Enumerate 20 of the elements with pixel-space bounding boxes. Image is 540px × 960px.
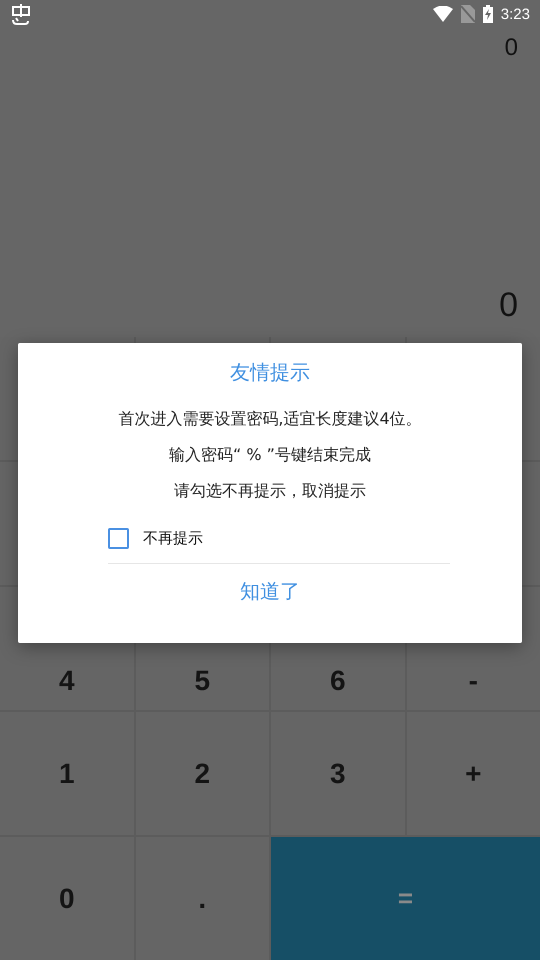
digit-key[interactable]: 1 [0, 712, 134, 835]
battery-charging-icon [482, 5, 493, 23]
no-sim-icon [460, 5, 475, 23]
checkbox-label[interactable]: 不再提示 [143, 529, 203, 548]
dialog-message: 请勾选不再提示，取消提示 [174, 480, 366, 502]
dialog-message: 输入密码“ % ”号键结束完成 [169, 444, 371, 466]
app-notification-icon [10, 3, 32, 25]
digit-key[interactable]: . [136, 837, 269, 960]
wifi-icon [432, 6, 453, 22]
equals-key[interactable]: = [271, 837, 540, 960]
checkbox[interactable] [108, 528, 129, 549]
digit-key[interactable]: 2 [136, 712, 269, 835]
expression-text: 0 [504, 34, 518, 62]
digit-key[interactable]: 3 [271, 712, 404, 835]
clock-time: 3:23 [500, 6, 530, 22]
digit-key[interactable]: 0 [0, 837, 134, 960]
operator-key[interactable]: + [406, 712, 540, 835]
result-text: 0 [499, 286, 518, 325]
dialog-message: 首次进入需要设置密码,适宜长度建议4位。 [118, 408, 422, 430]
dialog-title: 友情提示 [230, 359, 310, 386]
